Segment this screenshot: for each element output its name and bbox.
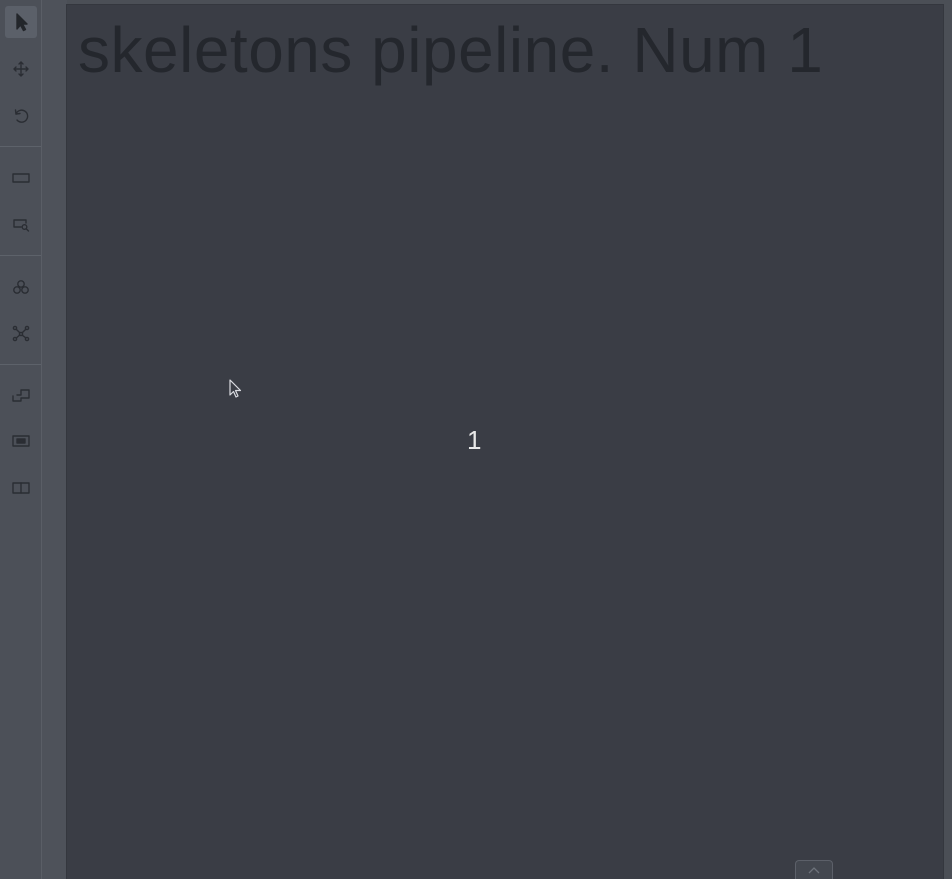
- split-track-tool-button[interactable]: [5, 472, 37, 504]
- openvino-icon: [13, 280, 29, 294]
- controls-sidebar: [0, 0, 42, 879]
- collapse-panel-button[interactable]: [795, 860, 833, 879]
- toolbar-divider: [0, 255, 41, 256]
- canvas-gutter: [42, 0, 67, 879]
- fit-image-tool-button[interactable]: [5, 162, 37, 194]
- skeleton-tool-button[interactable]: [5, 317, 37, 349]
- cursor-tool-button[interactable]: [5, 6, 37, 38]
- image-canvas[interactable]: skeletons pipeline. Num 1 1: [67, 5, 943, 879]
- rectangle-icon: [12, 173, 30, 183]
- zoom-region-icon: [13, 219, 30, 232]
- annotation-workspace: skeletons pipeline. Num 1 1: [0, 0, 952, 879]
- merge-icon: [12, 389, 30, 402]
- move-arrows-icon: [13, 61, 29, 77]
- chevron-up-icon: [808, 867, 820, 874]
- toolbar-divider: [0, 364, 41, 365]
- merge-shapes-tool-button[interactable]: [5, 379, 37, 411]
- move-tool-button[interactable]: [5, 53, 37, 85]
- toolbar-divider: [0, 146, 41, 147]
- group-icon: [12, 435, 30, 447]
- rotate-tool-button[interactable]: [5, 100, 37, 132]
- mouse-cursor-icon: [229, 379, 242, 398]
- zoom-region-tool-button[interactable]: [5, 208, 37, 240]
- frame-title: skeletons pipeline. Num 1: [78, 14, 824, 86]
- skeleton-icon: [12, 325, 30, 342]
- rotate-icon: [14, 109, 29, 123]
- pointer-arrow-icon: [16, 13, 28, 32]
- split-icon: [12, 482, 30, 494]
- openvino-tool-button[interactable]: [5, 271, 37, 303]
- skeleton-point-label[interactable]: 1: [467, 425, 481, 456]
- group-shapes-tool-button[interactable]: [5, 425, 37, 457]
